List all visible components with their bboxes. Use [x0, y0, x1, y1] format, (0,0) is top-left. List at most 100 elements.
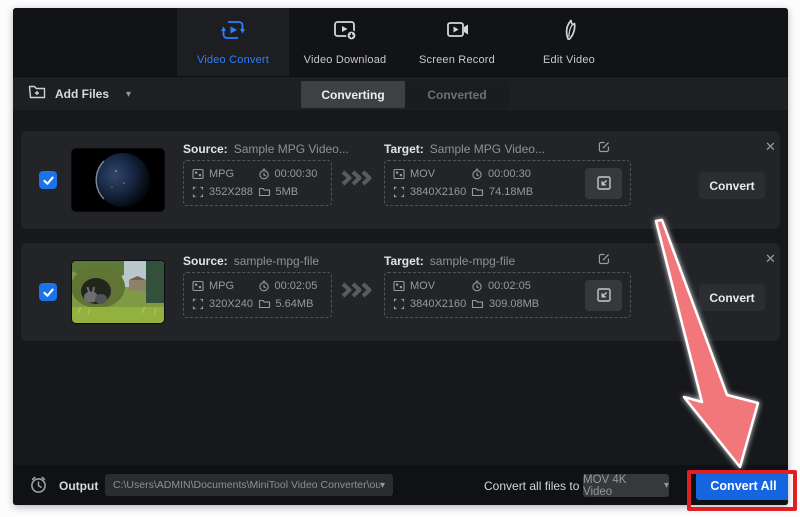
row2-target-title: Target: sample-mpg-file — [384, 254, 515, 268]
nav-label: Edit Video — [543, 54, 595, 66]
size-icon — [258, 298, 271, 310]
format-icon — [393, 280, 405, 292]
source-label: Source: — [183, 254, 228, 268]
target-resolution: 3840X2160 — [393, 298, 471, 310]
row1-thumbnail-earth — [71, 148, 165, 212]
tab-video-download[interactable]: Video Download — [289, 8, 401, 76]
target-size: 309.08MB — [471, 298, 578, 310]
top-nav-bar: Video Convert Video Download — [13, 8, 788, 76]
source-format: MPG — [192, 280, 258, 292]
row1-choose-format-button[interactable] — [585, 168, 622, 199]
add-files-icon — [28, 84, 46, 105]
target-duration: 00:00:30 — [471, 168, 578, 180]
source-duration: 00:02:05 — [258, 280, 324, 292]
row1-source-info: MPG 00:00:30 352X288 — [183, 160, 332, 206]
chevron-down-icon: ▾ — [380, 480, 385, 491]
source-resolution: 352X288 — [192, 186, 258, 198]
video-convert-icon — [220, 18, 246, 47]
check-icon — [42, 286, 55, 299]
main-nav: Video Convert Video Download — [177, 8, 625, 76]
select-target-icon — [596, 175, 612, 191]
format-icon — [393, 168, 405, 180]
source-size: 5MB — [258, 186, 324, 198]
file-row-2: Source: sample-mpg-file MPG 00:02:0 — [21, 243, 780, 341]
source-format: MPG — [192, 168, 258, 180]
row2-target-info: MOV 00:02:05 — [384, 272, 631, 318]
row1-convert-button[interactable]: Convert — [699, 172, 765, 199]
output-path-dropdown[interactable]: C:\Users\ADMIN\Documents\MiniTool Video … — [105, 474, 393, 496]
edit-video-icon — [556, 18, 582, 47]
output-path-value: C:\Users\ADMIN\Documents\MiniTool Video … — [113, 479, 380, 491]
target-label: Target: — [384, 254, 424, 268]
target-duration: 00:02:05 — [471, 280, 578, 292]
output-format-value: MOV 4K Video — [583, 474, 657, 498]
clock-icon — [471, 168, 483, 180]
check-icon — [42, 174, 55, 187]
resolution-icon — [393, 186, 405, 198]
tab-video-convert[interactable]: Video Convert — [177, 8, 289, 76]
source-label: Source: — [183, 142, 228, 156]
tab-screen-record[interactable]: Screen Record — [401, 8, 513, 76]
chevron-down-icon: ▾ — [664, 480, 669, 491]
row2-checkbox[interactable] — [39, 283, 57, 301]
size-icon — [471, 186, 484, 198]
video-download-icon — [332, 18, 358, 47]
format-icon — [192, 168, 204, 180]
app-window: Video Convert Video Download — [13, 8, 788, 505]
tab-converted[interactable]: Converted — [405, 81, 509, 108]
screen-record-icon — [444, 18, 470, 47]
target-resolution: 3840X2160 — [393, 186, 471, 198]
nav-label: Video Download — [304, 54, 387, 66]
output-format-dropdown[interactable]: MOV 4K Video ▾ — [583, 474, 669, 497]
source-resolution: 320X240 — [192, 298, 258, 310]
row1-checkbox[interactable] — [39, 171, 57, 189]
file-toolbar: Add Files ▾ Converting Converted — [13, 76, 788, 110]
chevron-down-icon[interactable]: ▾ — [126, 89, 131, 100]
target-format: MOV — [393, 280, 471, 292]
row2-convert-button[interactable]: Convert — [699, 284, 765, 311]
nav-label: Video Convert — [197, 54, 269, 66]
row1-target-title: Target: Sample MPG Video... — [384, 142, 545, 156]
row1-source-title: Source: Sample MPG Video... — [183, 142, 349, 156]
source-duration: 00:00:30 — [258, 168, 324, 180]
select-target-icon — [596, 287, 612, 303]
convert-direction-icon — [340, 281, 374, 304]
clock-icon — [258, 280, 270, 292]
size-icon — [471, 298, 484, 310]
row1-target-info: MOV 00:00:30 — [384, 160, 631, 206]
size-icon — [258, 186, 271, 198]
source-name: sample-mpg-file — [234, 254, 319, 268]
convert-all-files-to-label: Convert all files to — [484, 479, 579, 493]
target-label: Target: — [384, 142, 424, 156]
source-name: Sample MPG Video... — [234, 142, 349, 156]
schedule-icon[interactable] — [28, 474, 49, 500]
row2-rename-button[interactable] — [597, 252, 611, 269]
convert-state-tabs: Converting Converted — [301, 81, 509, 108]
row2-remove-button[interactable]: ✕ — [765, 251, 776, 267]
row1-remove-button[interactable]: ✕ — [765, 139, 776, 155]
add-files-button[interactable]: Add Files ▾ — [28, 83, 131, 105]
row1-rename-button[interactable] — [597, 140, 611, 157]
source-size: 5.64MB — [258, 298, 324, 310]
resolution-icon — [192, 298, 204, 310]
tab-converting[interactable]: Converting — [301, 81, 405, 108]
tab-edit-video[interactable]: Edit Video — [513, 8, 625, 76]
row2-thumbnail-landscape — [71, 260, 165, 324]
edit-icon — [597, 140, 611, 154]
nav-label: Screen Record — [419, 54, 495, 66]
convert-direction-icon — [340, 169, 374, 192]
bottom-bar: Output C:\Users\ADMIN\Documents\MiniTool… — [13, 465, 788, 505]
output-label: Output — [59, 479, 98, 493]
target-format: MOV — [393, 168, 471, 180]
clock-icon — [258, 168, 270, 180]
row2-choose-format-button[interactable] — [585, 280, 622, 311]
convert-all-button[interactable]: Convert All — [696, 471, 788, 500]
target-size: 74.18MB — [471, 186, 578, 198]
row2-source-info: MPG 00:02:05 320X240 — [183, 272, 332, 318]
clock-icon — [471, 280, 483, 292]
edit-icon — [597, 252, 611, 266]
target-name: sample-mpg-file — [430, 254, 515, 268]
format-icon — [192, 280, 204, 292]
resolution-icon — [192, 186, 204, 198]
file-list: Source: Sample MPG Video... MPG 00: — [13, 110, 788, 465]
